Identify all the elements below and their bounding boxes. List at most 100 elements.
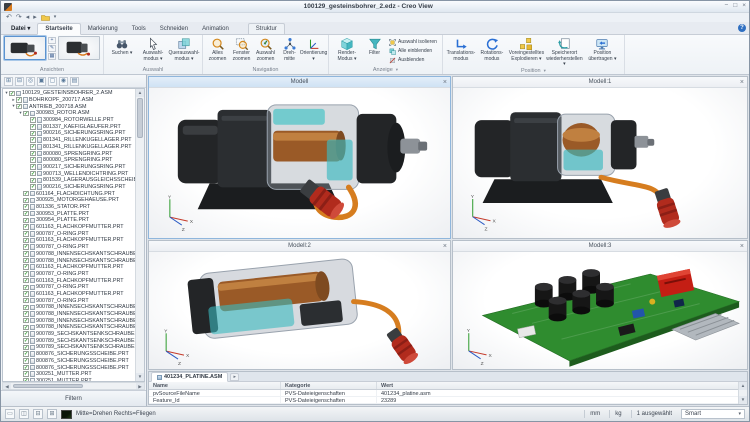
visibility-checkbox[interactable]: ✓ — [23, 251, 29, 257]
viewport-modell[interactable]: Modell × — [148, 76, 451, 239]
previous-view-icon[interactable]: ◂ — [26, 14, 30, 21]
tree-item[interactable]: ✓900788_INNENSECHSKANTSCHRAUBE.PRT — [3, 304, 135, 311]
visibility-checkbox[interactable]: ✓ — [23, 191, 29, 197]
tree-item[interactable]: ✓300251_MUTTER.PRT — [3, 371, 135, 378]
tree-horizontal-scrollbar[interactable]: ◀ ▶ — [2, 382, 145, 390]
visibility-checkbox[interactable]: ✓ — [23, 298, 29, 304]
tree-item[interactable]: ▾✓ANTRIEB_200718.ASM — [3, 103, 135, 110]
viewport-modell-1[interactable]: Modell:1 × — [452, 76, 748, 239]
properties-tab-platine[interactable]: 401234_PLATINE.ASM — [151, 372, 228, 382]
visibility-checkbox[interactable]: ✓ — [23, 111, 29, 117]
tree-item[interactable]: ▾✓100129_GESTEINSBOHRER_2.ASM — [3, 90, 135, 97]
viewport-modell-2[interactable]: Modell:2 × — [148, 240, 451, 370]
tree-item[interactable]: ✓300925_MOTORGEHAEUSE.PRT — [3, 197, 135, 204]
tree-item[interactable]: ✓601163_FLACHKOPFMUTTER.PRT — [3, 277, 135, 284]
scroll-right-icon[interactable]: ▶ — [136, 383, 144, 389]
scroll-down-icon[interactable]: ▼ — [136, 373, 144, 381]
scroll-up-icon[interactable]: ▲ — [739, 382, 747, 390]
next-view-icon[interactable]: ▸ — [33, 14, 37, 21]
tree-item[interactable]: ✓900787_O-RING.PRT — [3, 244, 135, 251]
tree-item[interactable]: ✓900713_WELLENDICHTRING.PRT — [3, 170, 135, 177]
tree-item[interactable]: ✓601164_FLACHDICHTUNG.PRT — [3, 190, 135, 197]
fenster-zoomen-button[interactable]: Fenster zoomen — [230, 36, 253, 62]
edit-view-icon[interactable]: ✎ — [48, 45, 56, 52]
tree-item[interactable]: ✓801539_LAGERAUSGLEICHSSCHEIBE.PRT — [3, 177, 135, 184]
tree-item[interactable]: ✓801336_STATOR.PRT — [3, 204, 135, 211]
visibility-checkbox[interactable]: ✓ — [23, 224, 29, 230]
tab-animation[interactable]: Animation — [195, 24, 236, 34]
visibility-checkbox[interactable]: ✓ — [23, 378, 29, 381]
tree-item[interactable]: ✓300954_PLATTE.PRT — [3, 217, 135, 224]
open-folder-icon[interactable] — [41, 14, 50, 21]
visibility-checkbox[interactable]: ✓ — [23, 365, 29, 371]
viewport-header[interactable]: Modell × — [149, 77, 450, 88]
tree-item[interactable]: ✓800876_SICHERUNGSSCHEIBE.PRT — [3, 364, 135, 371]
visibility-checkbox[interactable]: ✓ — [23, 258, 29, 264]
viewport-close-icon[interactable]: × — [443, 241, 447, 252]
tree-item[interactable]: ✓801337_KAEFIGLAEUFER.PRT — [3, 123, 135, 130]
view-thumbnail-current[interactable] — [4, 36, 46, 60]
scroll-thumb[interactable] — [137, 98, 143, 138]
translationsmodus-button[interactable]: Translations-modus — [446, 36, 476, 62]
tree-item[interactable]: ✓801341_RILLENKUGELLAGER.PRT — [3, 137, 135, 144]
tree-item[interactable]: ▸✓BOHRKOPF_200717.ASM — [3, 97, 135, 104]
tree-item[interactable]: ✓800080_SPRENGRING.PRT — [3, 150, 135, 157]
tree-item[interactable]: ✓601163_FLACHKOPFMUTTER.PRT — [3, 291, 135, 298]
visibility-checkbox[interactable]: ✓ — [16, 97, 22, 103]
tab-datei[interactable]: Datei ▾ — [4, 24, 37, 34]
visibility-checkbox[interactable]: ✓ — [23, 325, 29, 331]
visibility-checkbox[interactable]: ✓ — [23, 331, 29, 337]
hide-component-icon[interactable]: ▢ — [48, 77, 57, 86]
visibility-checkbox[interactable]: ✓ — [23, 204, 29, 210]
viewport-canvas[interactable]: Y X Z — [453, 252, 747, 369]
visibility-checkbox[interactable]: ✓ — [23, 305, 29, 311]
viewport-modell-3[interactable]: Modell:3 × — [452, 240, 748, 370]
alle-einblenden-button[interactable]: Alle einblenden — [387, 47, 439, 55]
tree-item[interactable]: ✓900789_SECHSKANTSENKSCHRAUBE.PRT — [3, 344, 135, 351]
visibility-checkbox[interactable]: ✓ — [23, 358, 29, 364]
visibility-checkbox[interactable]: ✓ — [23, 318, 29, 324]
visibility-checkbox[interactable]: ✓ — [23, 231, 29, 237]
tree-item[interactable]: ✓900216_SICHERUNGSRING.PRT — [3, 184, 135, 191]
tree-item[interactable]: ✓800876_SICHERUNGSSCHEIBE.PRT — [3, 358, 135, 365]
tree-item[interactable]: ✓800080_SPRENGRING.PRT — [3, 157, 135, 164]
tree-item[interactable]: ✓900789_SECHSKANTSENKSCHRAUBE.PRT — [3, 331, 135, 338]
collapse-all-icon[interactable]: ⊟ — [15, 77, 24, 86]
tree-item[interactable]: ▾✓300983_ROTOR.ASM — [3, 110, 135, 117]
viewport-header[interactable]: Modell:2 × — [149, 241, 450, 252]
tab-struktur[interactable]: Struktur — [248, 23, 285, 34]
new-view-icon[interactable]: + — [48, 37, 56, 44]
visibility-checkbox[interactable]: ✓ — [30, 184, 36, 190]
expand-all-icon[interactable]: ⊞ — [4, 77, 13, 86]
visibility-checkbox[interactable]: ✓ — [30, 157, 36, 163]
drehmitte-button[interactable]: Dreh-mitte — [278, 36, 301, 62]
qat-dropdown-icon[interactable]: ▾ — [54, 15, 57, 20]
visibility-checkbox[interactable]: ✓ — [23, 211, 29, 217]
tree-item[interactable]: ✓900788_INNENSECHSKANTSCHRAUBE.PRT — [3, 311, 135, 318]
properties-secondary-tab[interactable]: ▸ — [230, 373, 239, 381]
orientierung-button[interactable]: Orientierung ▾ — [302, 36, 325, 62]
visibility-checkbox[interactable]: ✓ — [23, 244, 29, 250]
tree-item[interactable]: ✓900217_SICHERUNGSRING.PRT — [3, 164, 135, 171]
visibility-checkbox[interactable]: ✓ — [30, 137, 36, 143]
tree-item[interactable]: ✓300251_MUTTER.PRT — [3, 378, 135, 381]
visibility-checkbox[interactable]: ✓ — [23, 285, 29, 291]
visibility-checkbox[interactable]: ✓ — [9, 91, 15, 97]
scroll-left-icon[interactable]: ◀ — [3, 383, 11, 389]
close-button[interactable]: × — [742, 3, 746, 10]
redo-icon[interactable]: ↷ — [16, 14, 22, 21]
selection-filter-dropdown[interactable]: Smart ▾ — [681, 409, 745, 419]
visibility-checkbox[interactable]: ✓ — [23, 278, 29, 284]
scroll-thumb[interactable] — [13, 384, 83, 388]
tree-item[interactable]: ✓900788_INNENSECHSKANTSCHRAUBE.PRT — [3, 257, 135, 264]
visibility-checkbox[interactable]: ✓ — [23, 311, 29, 317]
ausblenden-button[interactable]: Ausblenden — [387, 56, 439, 64]
visibility-checkbox[interactable]: ✓ — [23, 238, 29, 244]
tree-item[interactable]: ✓300953_PLATTE.PRT — [3, 210, 135, 217]
visibility-checkbox[interactable]: ✓ — [30, 151, 36, 157]
visibility-checkbox[interactable]: ✓ — [23, 351, 29, 357]
column-header-kategorie[interactable]: Kategorie — [281, 382, 377, 389]
layout-three-views-icon[interactable]: ⊟ — [33, 409, 43, 419]
visibility-checkbox[interactable]: ✓ — [23, 264, 29, 270]
view-thumbnail-alt[interactable] — [58, 36, 100, 60]
